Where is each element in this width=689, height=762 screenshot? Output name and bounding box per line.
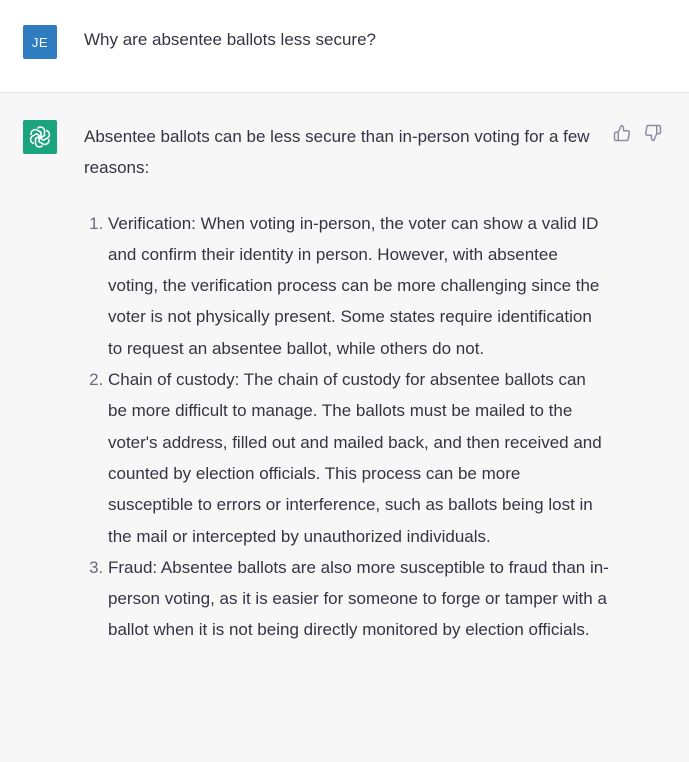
reasons-list: Verification: When voting in-person, the… bbox=[84, 208, 609, 646]
assistant-message-body: Absentee ballots can be less secure than… bbox=[84, 121, 609, 646]
thumbs-down-button[interactable] bbox=[643, 123, 663, 143]
user-avatar: JE bbox=[23, 25, 57, 59]
assistant-intro: Absentee ballots can be less secure than… bbox=[84, 127, 590, 178]
openai-logo-icon bbox=[29, 126, 51, 148]
user-message-row: JE Why are absentee ballots less secure? bbox=[0, 0, 689, 93]
thumbs-up-button[interactable] bbox=[612, 123, 632, 143]
assistant-message-row: Absentee ballots can be less secure than… bbox=[0, 93, 689, 762]
thumbs-down-icon bbox=[645, 124, 662, 142]
thumbs-up-icon bbox=[613, 124, 630, 142]
list-item: Chain of custody: The chain of custody f… bbox=[108, 364, 609, 552]
user-avatar-initials: JE bbox=[31, 34, 49, 50]
user-message-text: Why are absentee ballots less secure? bbox=[84, 30, 376, 49]
list-item: Verification: When voting in-person, the… bbox=[108, 208, 609, 364]
assistant-avatar bbox=[23, 120, 57, 154]
list-item: Fraud: Absentee ballots are also more su… bbox=[108, 552, 609, 646]
